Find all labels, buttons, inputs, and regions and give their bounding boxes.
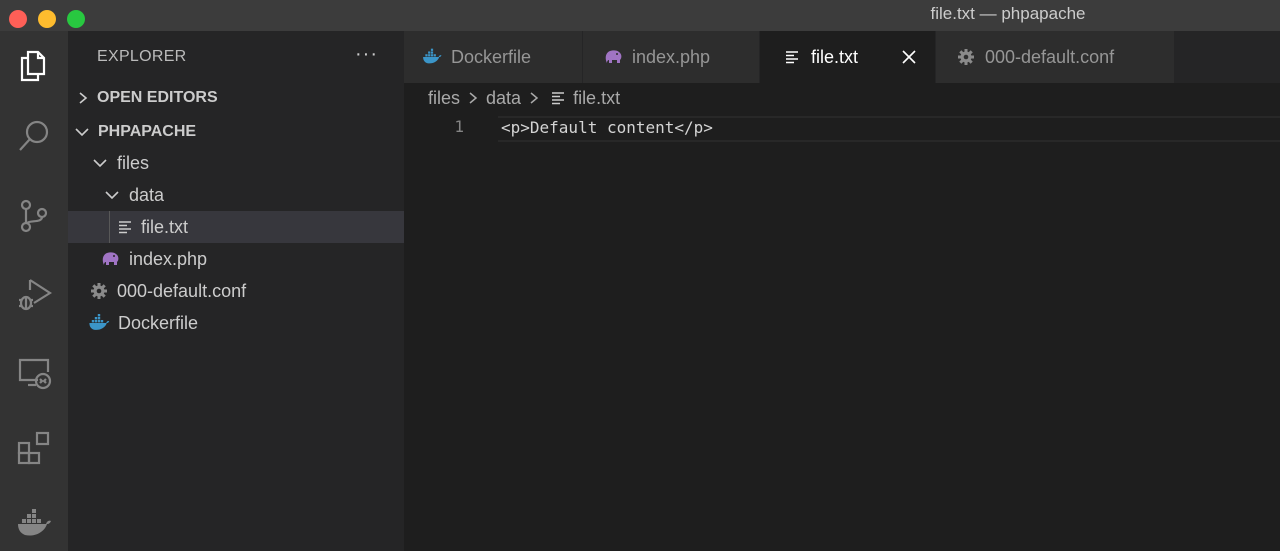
gear-icon [958,49,974,65]
chevron-right-icon [469,92,478,104]
more-actions-button[interactable]: ··· [355,43,378,66]
tree-item-label: 000-default.conf [117,280,247,301]
php-icon [605,50,621,63]
tree-item-000-default-conf[interactable]: 000-default.conf [68,275,404,307]
tree-item-label: Dockerfile [118,312,199,333]
line-number: 1 [454,117,464,136]
tab-000-default-conf[interactable]: 000-default.conf [936,31,1174,83]
tree-item-files[interactable]: files [68,147,404,179]
gear-icon [91,283,107,299]
open-editors-label: OPEN EDITORS [97,89,218,106]
explorer-icon [20,50,46,82]
activity-bar [0,31,68,551]
tree-item-label: files [117,152,150,173]
run-debug-button[interactable] [0,259,68,329]
tree-item-dockerfile[interactable]: Dockerfile [68,307,404,339]
project-label: PHPAPACHE [98,123,197,140]
php-icon [102,252,119,265]
explorer-sidebar: EXPLORER ··· OPEN EDITORS PHPAPACHE file… [68,31,404,551]
open-editors-section[interactable]: OPEN EDITORS [68,84,404,112]
tree-item-data[interactable]: data [68,179,404,211]
docker-icon [423,48,442,64]
text-file-icon [119,221,131,234]
breadcrumb-item[interactable]: files [428,88,460,109]
chevron-down-icon [75,128,89,137]
docker-icon [18,509,51,536]
tree-item-file-txt[interactable]: file.txt [68,211,404,243]
tab-label: Dockerfile [451,46,532,67]
sidebar-title: EXPLORER [97,48,187,65]
search-button[interactable] [0,101,68,171]
explorer-button[interactable] [0,31,68,101]
remote-explorer-button[interactable] [0,337,68,407]
tree-item-label: data [129,184,165,205]
search-icon [19,120,49,151]
chevron-right-icon [530,92,539,104]
text-file-icon [786,51,798,64]
breadcrumb: files data file.txt [404,83,1280,113]
docker-button[interactable] [0,488,68,551]
extensions-icon [17,431,50,465]
chevron-right-icon [79,92,88,104]
indent-guide [109,211,110,243]
tab-label: 000-default.conf [985,46,1115,67]
breadcrumb-item[interactable]: data [486,88,521,109]
chevron-down-icon [105,191,119,200]
tab-file-txt[interactable]: file.txt [760,31,935,83]
tab-dockerfile[interactable]: Dockerfile [404,31,582,83]
tab-label: file.txt [811,46,859,67]
code-line[interactable]: <p>Default content</p> [501,118,713,137]
title-bar: file.txt — phpapache [0,0,1280,31]
chevron-down-icon [93,159,107,168]
editor-tabs: Dockerfile index.php file.txt 000-defaul… [404,31,1280,83]
tree-item-label: file.txt [141,216,189,237]
tree-item-label: index.php [129,248,208,269]
window-title: file.txt — phpapache [930,4,1086,23]
tab-index-php[interactable]: index.php [583,31,759,83]
editor-area[interactable]: 1 <p>Default content</p> [404,113,1280,551]
close-icon[interactable] [899,47,919,67]
source-control-icon [20,199,48,233]
breadcrumb-item[interactable]: file.txt [573,88,620,109]
project-section[interactable]: PHPAPACHE [68,118,404,146]
remote-explorer-icon [18,358,52,390]
tab-label: index.php [632,46,711,67]
source-control-button[interactable] [0,181,68,251]
text-file-icon [552,92,565,105]
run-debug-icon [19,279,52,311]
extensions-button[interactable] [0,413,68,483]
docker-icon [89,314,110,330]
tree-item-index-php[interactable]: index.php [68,243,404,275]
